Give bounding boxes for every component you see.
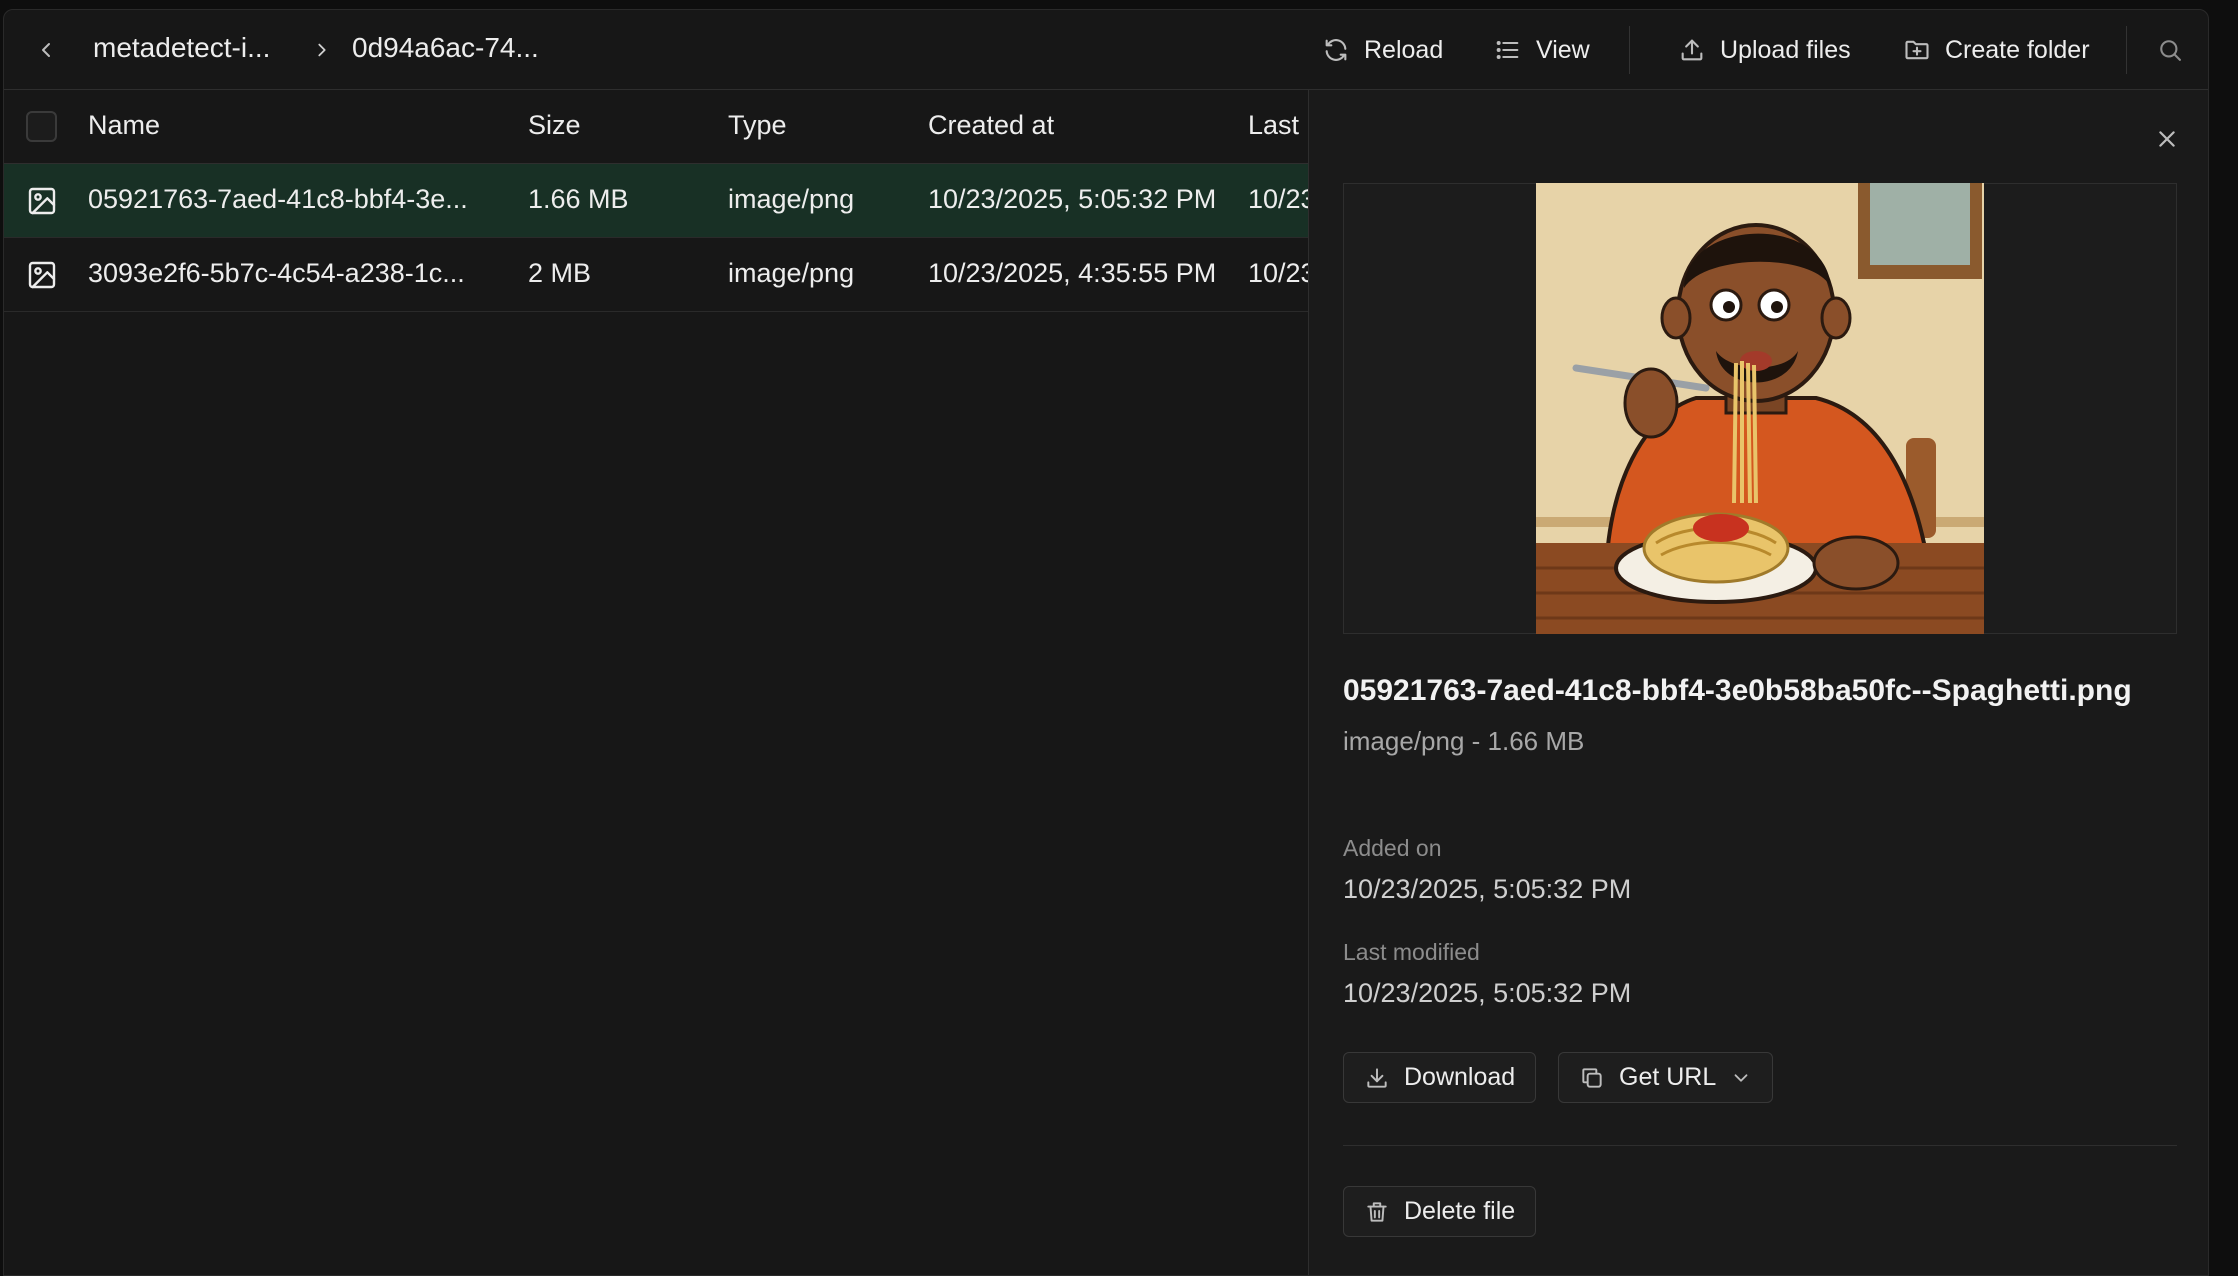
upload-files-button[interactable]: Upload files [1678,28,1851,72]
upload-icon [1681,39,1703,61]
column-name[interactable]: Name [88,110,160,141]
image-file-icon [28,261,56,289]
trash-icon [1367,1201,1387,1222]
file-last-modified: 10/23 [1248,258,1308,288]
view-label: View [1536,35,1590,64]
back-chevron-icon[interactable] [32,36,60,64]
create-folder-button[interactable]: Create folder [1903,28,2090,72]
divider [1343,1145,2177,1146]
breadcrumb-bucket[interactable]: metadetect-i... [93,32,270,64]
copy-icon [1582,1067,1602,1088]
chevron-down-icon [1734,1073,1748,1082]
file-created-at: 10/23/2025, 5:05:32 PM [928,184,1217,214]
get-url-button[interactable]: Get URL [1558,1052,1774,1103]
view-button[interactable]: View [1494,28,1590,72]
file-name: 05921763-7aed-41c8-bbf4-3e... [88,184,468,214]
reload-button[interactable]: Reload [1322,28,1443,72]
file-details-panel: 05921763-7aed-41c8-bbf4-3e0b58ba50fc--Sp… [1308,90,2208,1275]
download-icon [1367,1067,1387,1088]
file-meta: image/png - 1.66 MB [1343,726,1585,756]
get-url-label: Get URL [1619,1063,1717,1091]
image-preview [1343,183,2177,634]
select-all-checkbox[interactable] [26,111,57,142]
file-size: 2 MB [528,258,592,288]
create-folder-label: Create folder [1945,35,2090,64]
file-name: 3093e2f6-5b7c-4c54-a238-1c... [88,258,465,288]
file-table: Name Size Type Created at Last 05921763-… [4,90,1308,1275]
file-size: 1.66 MB [528,184,629,214]
delete-file-button[interactable]: Delete file [1343,1186,1537,1237]
column-last-modified[interactable]: Last [1248,110,1306,141]
added-on-label: Added on [1343,835,1442,861]
list-icon [1496,41,1519,59]
upload-files-label: Upload files [1720,35,1851,64]
spaghetti-image [1536,183,1984,634]
column-size[interactable]: Size [528,110,581,141]
file-created-at: 10/23/2025, 4:35:55 PM [928,258,1217,288]
file-type: image/png [728,184,855,214]
last-modified-label: Last modified [1343,939,1480,965]
image-file-icon [28,187,56,215]
file-last-modified: 10/23 [1248,184,1308,214]
storage-browser: metadetect-i... 0d94a6ac-74... Reload Vi… [3,9,2209,1276]
file-title: 05921763-7aed-41c8-bbf4-3e0b58ba50fc--Sp… [1343,674,2132,707]
search-icon [2160,40,2181,61]
download-label: Download [1404,1063,1516,1091]
file-type: image/png [728,258,855,288]
delete-file-label: Delete file [1404,1197,1516,1225]
breadcrumb-separator-icon [308,36,336,64]
table-row[interactable]: 3093e2f6-5b7c-4c54-a238-1c... 2 MB image… [4,238,1308,312]
search-button[interactable] [2156,28,2184,72]
breadcrumb-folder[interactable]: 0d94a6ac-74... [352,32,539,64]
toolbar-divider [1629,26,1630,74]
reload-icon [1325,39,1347,61]
download-button[interactable]: Download [1343,1052,1537,1103]
table-row[interactable]: 05921763-7aed-41c8-bbf4-3e... 1.66 MB im… [4,164,1308,238]
column-created-at[interactable]: Created at [928,110,1054,141]
added-on-value: 10/23/2025, 5:05:32 PM [1343,874,1632,904]
folder-plus-icon [1905,40,1929,60]
table-header: Name Size Type Created at Last [4,90,1308,164]
toolbar: metadetect-i... 0d94a6ac-74... Reload Vi… [4,10,2208,90]
reload-label: Reload [1364,35,1444,64]
toolbar-divider [2126,26,2127,74]
column-type[interactable]: Type [728,110,787,141]
last-modified-value: 10/23/2025, 5:05:32 PM [1343,978,1632,1008]
close-icon[interactable] [2152,124,2182,154]
